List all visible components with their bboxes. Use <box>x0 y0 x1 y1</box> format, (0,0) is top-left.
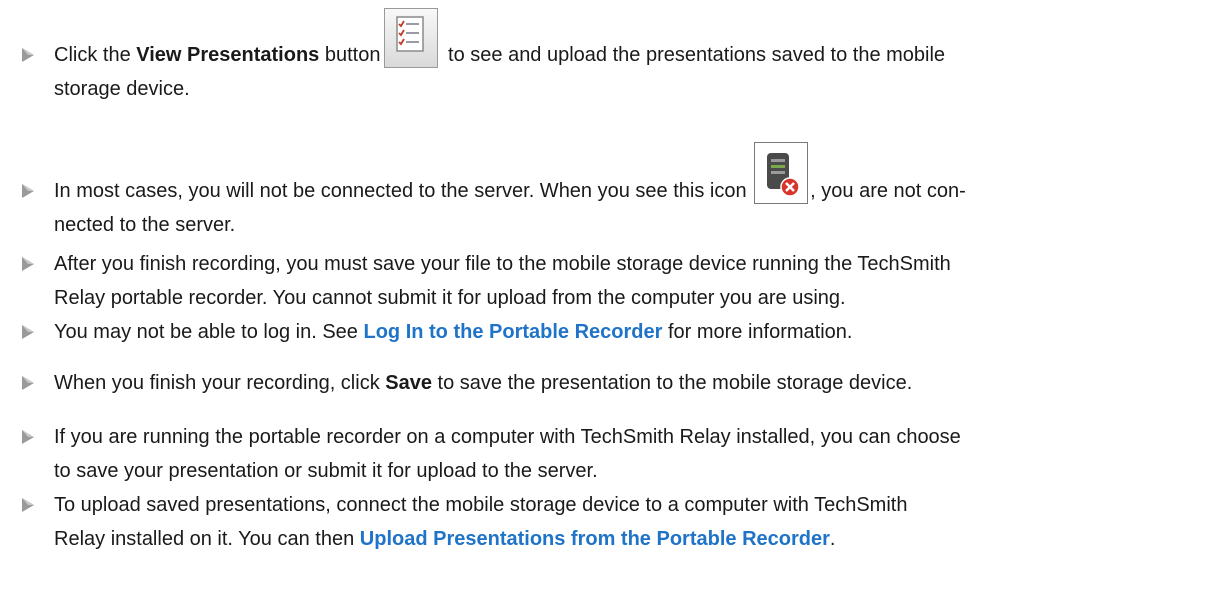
bullet-arrow-icon <box>22 430 34 444</box>
bullet-arrow-icon <box>22 325 34 339</box>
list-item: You may not be able to log in. See Log I… <box>22 315 1204 349</box>
bullet-arrow-icon <box>22 184 34 198</box>
list-item: After you finish recording, you must sav… <box>22 247 1204 315</box>
server-status-indicator <box>754 142 809 204</box>
view-presentations-button[interactable] <box>384 8 439 68</box>
list-item: When you finish your recording, click Sa… <box>22 366 1204 400</box>
server-disconnected-icon <box>767 153 800 197</box>
view-presentations-label: View Presentations <box>136 44 320 66</box>
bullet-arrow-icon <box>22 257 34 271</box>
list-item: If you are running the portable recorder… <box>22 420 1204 488</box>
list-item: In most cases, you will not be connected… <box>22 142 1204 242</box>
save-label: Save <box>385 372 432 394</box>
list-item: Click the View Presentations button to s… <box>22 8 1204 106</box>
list-item: To upload saved presentations, connect t… <box>22 488 1204 556</box>
bullet-arrow-icon <box>22 48 34 62</box>
log-in-portable-recorder-link[interactable]: Log In to the Portable Recorder <box>363 321 662 343</box>
presentation-list-icon <box>396 16 425 52</box>
bullet-arrow-icon <box>22 376 34 390</box>
bullet-arrow-icon <box>22 498 34 512</box>
upload-presentations-link[interactable]: Upload Presentations from the Portable R… <box>360 528 830 550</box>
